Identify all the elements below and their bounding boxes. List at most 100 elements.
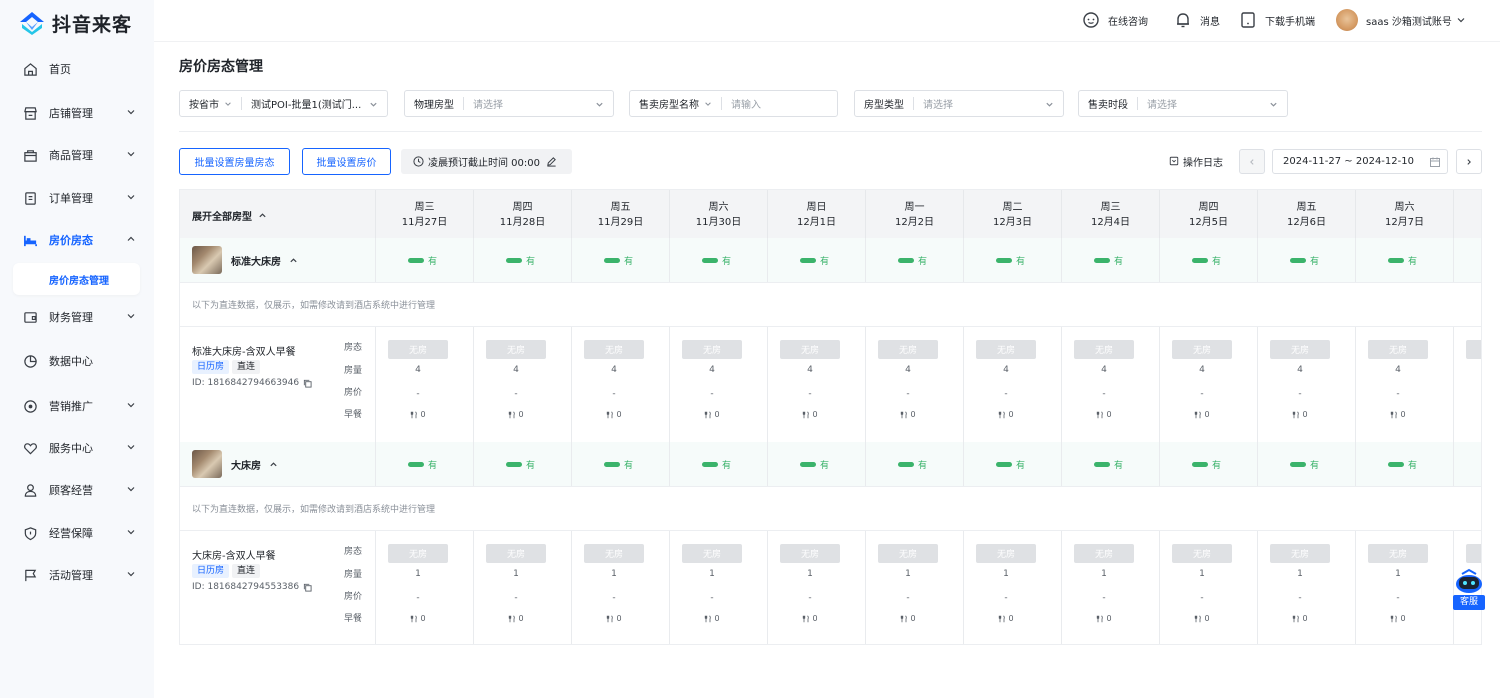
room-status-cell[interactable] — [1466, 340, 1481, 359]
room-price-cell[interactable]: - — [1074, 389, 1134, 399]
room-quantity-cell[interactable]: 1 — [682, 569, 742, 579]
sidebar-item-activity[interactable]: 活动管理 — [12, 559, 142, 591]
room-status-cell[interactable]: 无房 — [584, 544, 644, 563]
online-consult-link[interactable]: 在线咨询 — [1082, 10, 1148, 30]
sidebar-item-marketing[interactable]: 营销推广 — [12, 390, 142, 422]
room-quantity-cell[interactable]: 4 — [878, 365, 938, 375]
breakfast-cell[interactable]: 0 — [682, 614, 742, 623]
room-price-cell[interactable]: - — [780, 593, 840, 603]
room-price-cell[interactable]: - — [976, 389, 1036, 399]
download-app-link[interactable]: 下载手机端 — [1239, 10, 1315, 30]
room-status-cell[interactable]: 无房 — [486, 340, 546, 359]
sidebar-item-service-center[interactable]: 服务中心 — [12, 432, 142, 464]
room-status-cell[interactable]: 无房 — [486, 544, 546, 563]
room-quantity-cell[interactable]: 4 — [1368, 365, 1428, 375]
sidebar-item-business-guarantee[interactable]: 经营保障 — [12, 517, 142, 549]
breakfast-cell[interactable]: 0 — [1074, 614, 1134, 623]
breakfast-cell[interactable]: 0 — [682, 410, 742, 419]
region-filter[interactable]: 按省市 测试POI-批量1(测试门... — [179, 90, 388, 117]
room-status-cell[interactable]: 无房 — [682, 340, 742, 359]
room-quantity-cell[interactable]: 4 — [388, 365, 448, 375]
room-status-cell[interactable]: 无房 — [780, 544, 840, 563]
room-status-cell[interactable]: 无房 — [976, 544, 1036, 563]
sidebar-item-customer[interactable]: 顾客经营 — [12, 474, 142, 506]
batch-set-status-button[interactable]: 批量设置房量房态 — [179, 148, 290, 175]
room-quantity-cell[interactable]: 1 — [780, 569, 840, 579]
room-status-cell[interactable] — [1466, 544, 1481, 563]
edit-icon[interactable] — [546, 156, 557, 167]
breakfast-cell[interactable]: 0 — [486, 410, 546, 419]
room-status-cell[interactable]: 无房 — [1172, 544, 1232, 563]
breakfast-cell[interactable]: 0 — [1368, 410, 1428, 419]
room-quantity-cell[interactable]: 1 — [584, 569, 644, 579]
room-status-cell[interactable]: 无房 — [878, 340, 938, 359]
room-status-cell[interactable]: 无房 — [1270, 340, 1330, 359]
room-status-cell[interactable]: 无房 — [1368, 544, 1428, 563]
room-price-cell[interactable]: - — [1074, 593, 1134, 603]
room-price-cell[interactable]: - — [1172, 593, 1232, 603]
sidebar-item-data-center[interactable]: 数据中心 — [12, 345, 142, 377]
breakfast-cell[interactable]: 0 — [976, 410, 1036, 419]
room-price-cell[interactable]: - — [1270, 593, 1330, 603]
sidebar-item-order[interactable]: 订单管理 — [12, 182, 142, 214]
room-price-cell[interactable]: - — [388, 593, 448, 603]
room-quantity-cell[interactable]: 4 — [584, 365, 644, 375]
room-price-cell[interactable]: - — [878, 389, 938, 399]
room-price-cell[interactable]: - — [486, 593, 546, 603]
room-price-cell[interactable]: - — [976, 593, 1036, 603]
sidebar-item-store[interactable]: 店铺管理 — [12, 97, 142, 129]
room-quantity-cell[interactable]: 4 — [1074, 365, 1134, 375]
breakfast-cell[interactable]: 0 — [1172, 614, 1232, 623]
breakfast-cell[interactable]: 0 — [1270, 410, 1330, 419]
breakfast-cell[interactable]: 0 — [486, 614, 546, 623]
breakfast-cell[interactable]: 0 — [388, 410, 448, 419]
sidebar-item-goods[interactable]: 商品管理 — [12, 139, 142, 171]
breakfast-cell[interactable]: 0 — [780, 614, 840, 623]
next-week-button[interactable] — [1456, 149, 1482, 174]
room-quantity-cell[interactable]: 1 — [1172, 569, 1232, 579]
date-range-picker[interactable]: 2024-11-27 ~ 2024-12-10 — [1272, 149, 1448, 174]
breakfast-cell[interactable]: 0 — [878, 410, 938, 419]
room-quantity-cell[interactable]: 1 — [1270, 569, 1330, 579]
room-quantity-cell[interactable]: 4 — [486, 365, 546, 375]
room-price-cell[interactable]: - — [1368, 593, 1428, 603]
room-type-name[interactable]: 标准大床房 — [231, 253, 298, 268]
room-price-cell[interactable]: - — [1270, 389, 1330, 399]
account-menu[interactable]: saas 沙箱测试账号 — [1336, 9, 1466, 31]
breakfast-cell[interactable]: 0 — [584, 410, 644, 419]
room-price-cell[interactable]: - — [780, 389, 840, 399]
room-price-cell[interactable]: - — [486, 389, 546, 399]
breakfast-cell[interactable]: 0 — [388, 614, 448, 623]
room-quantity-cell[interactable]: 4 — [1172, 365, 1232, 375]
room-price-cell[interactable]: - — [682, 389, 742, 399]
room-status-cell[interactable]: 无房 — [1368, 340, 1428, 359]
sale-room-name-filter[interactable]: 售卖房型名称 请输入 — [629, 90, 838, 117]
room-quantity-cell[interactable]: 1 — [1368, 569, 1428, 579]
breakfast-cell[interactable]: 0 — [878, 614, 938, 623]
room-type-name[interactable]: 大床房 — [231, 457, 278, 472]
sidebar-item-home[interactable]: 首页 — [12, 53, 142, 85]
room-quantity-cell[interactable]: 4 — [780, 365, 840, 375]
room-quantity-cell[interactable]: 1 — [486, 569, 546, 579]
customer-service-button[interactable]: 客服 — [1452, 566, 1486, 612]
batch-set-price-button[interactable]: 批量设置房价 — [302, 148, 391, 175]
room-status-cell[interactable]: 无房 — [976, 340, 1036, 359]
breakfast-cell[interactable]: 0 — [1270, 614, 1330, 623]
breakfast-cell[interactable]: 0 — [976, 614, 1036, 623]
breakfast-cell[interactable]: 0 — [780, 410, 840, 419]
operation-log-link[interactable]: 操作日志 — [1169, 153, 1223, 169]
copy-icon[interactable] — [303, 379, 312, 388]
prev-week-button[interactable] — [1239, 149, 1265, 174]
room-quantity-cell[interactable]: 1 — [388, 569, 448, 579]
breakfast-cell[interactable]: 0 — [1172, 410, 1232, 419]
room-status-cell[interactable]: 无房 — [682, 544, 742, 563]
room-quantity-cell[interactable]: 1 — [976, 569, 1036, 579]
sidebar-subitem-room-price-management[interactable]: 房价房态管理 — [13, 263, 140, 295]
sidebar-item-room-price[interactable]: 房价房态 — [12, 224, 142, 256]
room-quantity-cell[interactable]: 4 — [682, 365, 742, 375]
room-type-filter[interactable]: 房型类型 请选择 — [854, 90, 1064, 117]
booking-cutoff-time[interactable]: 凌晨预订截止时间 00:00 — [401, 149, 572, 174]
room-status-cell[interactable]: 无房 — [388, 340, 448, 359]
room-status-cell[interactable]: 无房 — [878, 544, 938, 563]
room-type-row[interactable]: 大床房 有 有 有 有 有 有 有 有 有 有 有 — [180, 442, 1481, 486]
